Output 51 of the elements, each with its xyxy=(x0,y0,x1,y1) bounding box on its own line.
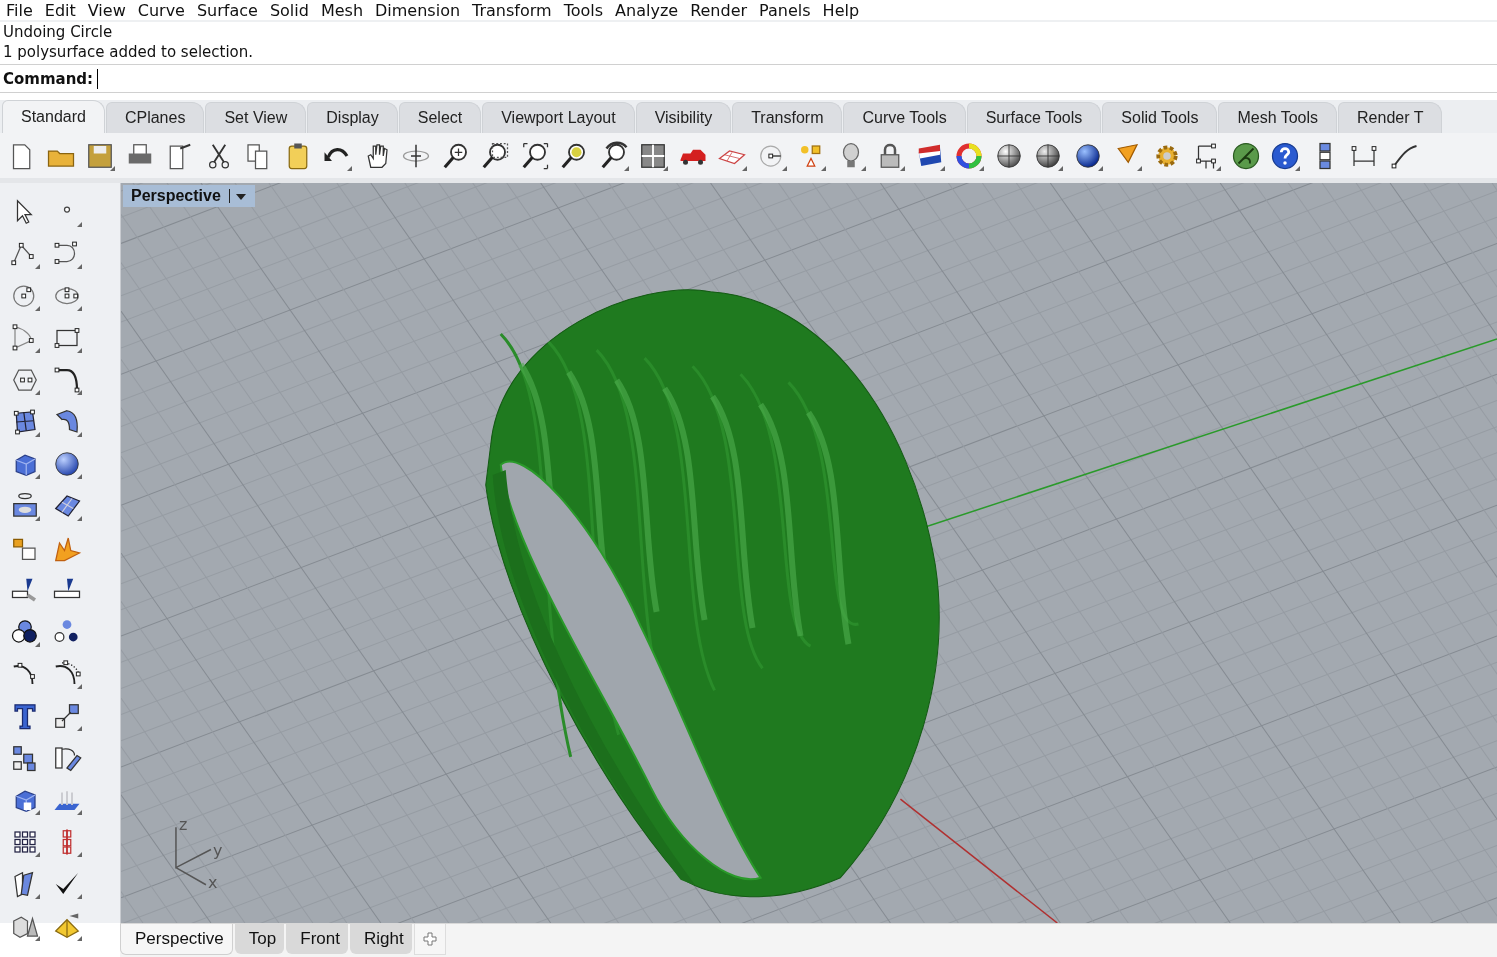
axis-label: z xyxy=(178,815,188,835)
menu-item[interactable]: Mesh xyxy=(314,0,369,20)
toolbar-tab[interactable]: Set View xyxy=(205,102,307,133)
toolbar-tab[interactable]: Display xyxy=(307,102,398,133)
axis-label: y xyxy=(212,840,223,860)
menu-item[interactable]: Solid xyxy=(263,0,315,20)
plus-icon xyxy=(422,932,437,946)
axis-label: x xyxy=(207,872,218,892)
toolbar-tab[interactable]: Curve Tools xyxy=(843,102,966,133)
menu-item[interactable]: Panels xyxy=(753,0,817,20)
menu-item[interactable]: Help xyxy=(816,0,866,20)
toolbar-tab[interactable]: Transform xyxy=(732,102,843,133)
menu-item[interactable]: Tools xyxy=(557,0,610,20)
toolbar-tab[interactable]: Select xyxy=(398,102,482,133)
scale-icon[interactable] xyxy=(52,701,82,731)
menu-item[interactable]: Surface xyxy=(190,0,264,20)
menu-item[interactable]: Dimension xyxy=(369,0,467,20)
menu-item[interactable]: Edit xyxy=(38,0,82,20)
globe-icon[interactable] xyxy=(1230,140,1261,171)
viewport-tab[interactable]: Perspective xyxy=(120,924,233,955)
menu-item[interactable]: Curve xyxy=(131,0,191,20)
curve-icon[interactable] xyxy=(52,239,82,269)
command-history-line: 1 polysurface added to selection. xyxy=(2,42,255,62)
sphere-icon[interactable] xyxy=(52,449,82,479)
toolbar-tab[interactable]: Solid Tools xyxy=(1102,102,1218,133)
toolbar-tab[interactable]: Render T xyxy=(1338,102,1443,133)
menu-item[interactable]: Analyze xyxy=(609,0,685,20)
dropdown-caret-icon[interactable] xyxy=(228,189,247,203)
menu-item[interactable]: Render xyxy=(684,0,754,20)
boolean-icon[interactable] xyxy=(10,617,40,647)
arc-icon[interactable] xyxy=(10,323,40,353)
fillet-icon[interactable] xyxy=(52,365,82,395)
menu-item[interactable]: File xyxy=(0,0,39,20)
toolbar-tab[interactable]: Mesh Tools xyxy=(1218,102,1338,133)
menu-item[interactable]: View xyxy=(81,0,132,20)
menu-item[interactable]: Transform xyxy=(466,0,558,20)
zoom-window-icon[interactable] xyxy=(480,140,510,171)
viewport-title[interactable]: Perspective xyxy=(123,185,255,207)
toolbar-tab[interactable]: Viewport Layout xyxy=(482,102,635,133)
toolbar-tab[interactable]: Visibility xyxy=(635,102,732,133)
viewport-tab[interactable]: Front xyxy=(286,924,348,954)
help-icon[interactable] xyxy=(1270,140,1300,171)
command-label: Command: xyxy=(3,69,94,88)
viewport-tab[interactable]: Top xyxy=(234,924,285,954)
toolbar-tab[interactable]: Standard xyxy=(2,100,105,133)
cylinder-icon[interactable] xyxy=(10,491,40,521)
command-history-line: Undoing Circle xyxy=(2,22,114,42)
pyramid-icon[interactable] xyxy=(52,911,82,941)
viewport-tab[interactable]: Right xyxy=(349,924,412,954)
toolbar-tab[interactable]: CPlanes xyxy=(105,102,205,133)
toolbar-tab[interactable]: Surface Tools xyxy=(966,102,1102,133)
